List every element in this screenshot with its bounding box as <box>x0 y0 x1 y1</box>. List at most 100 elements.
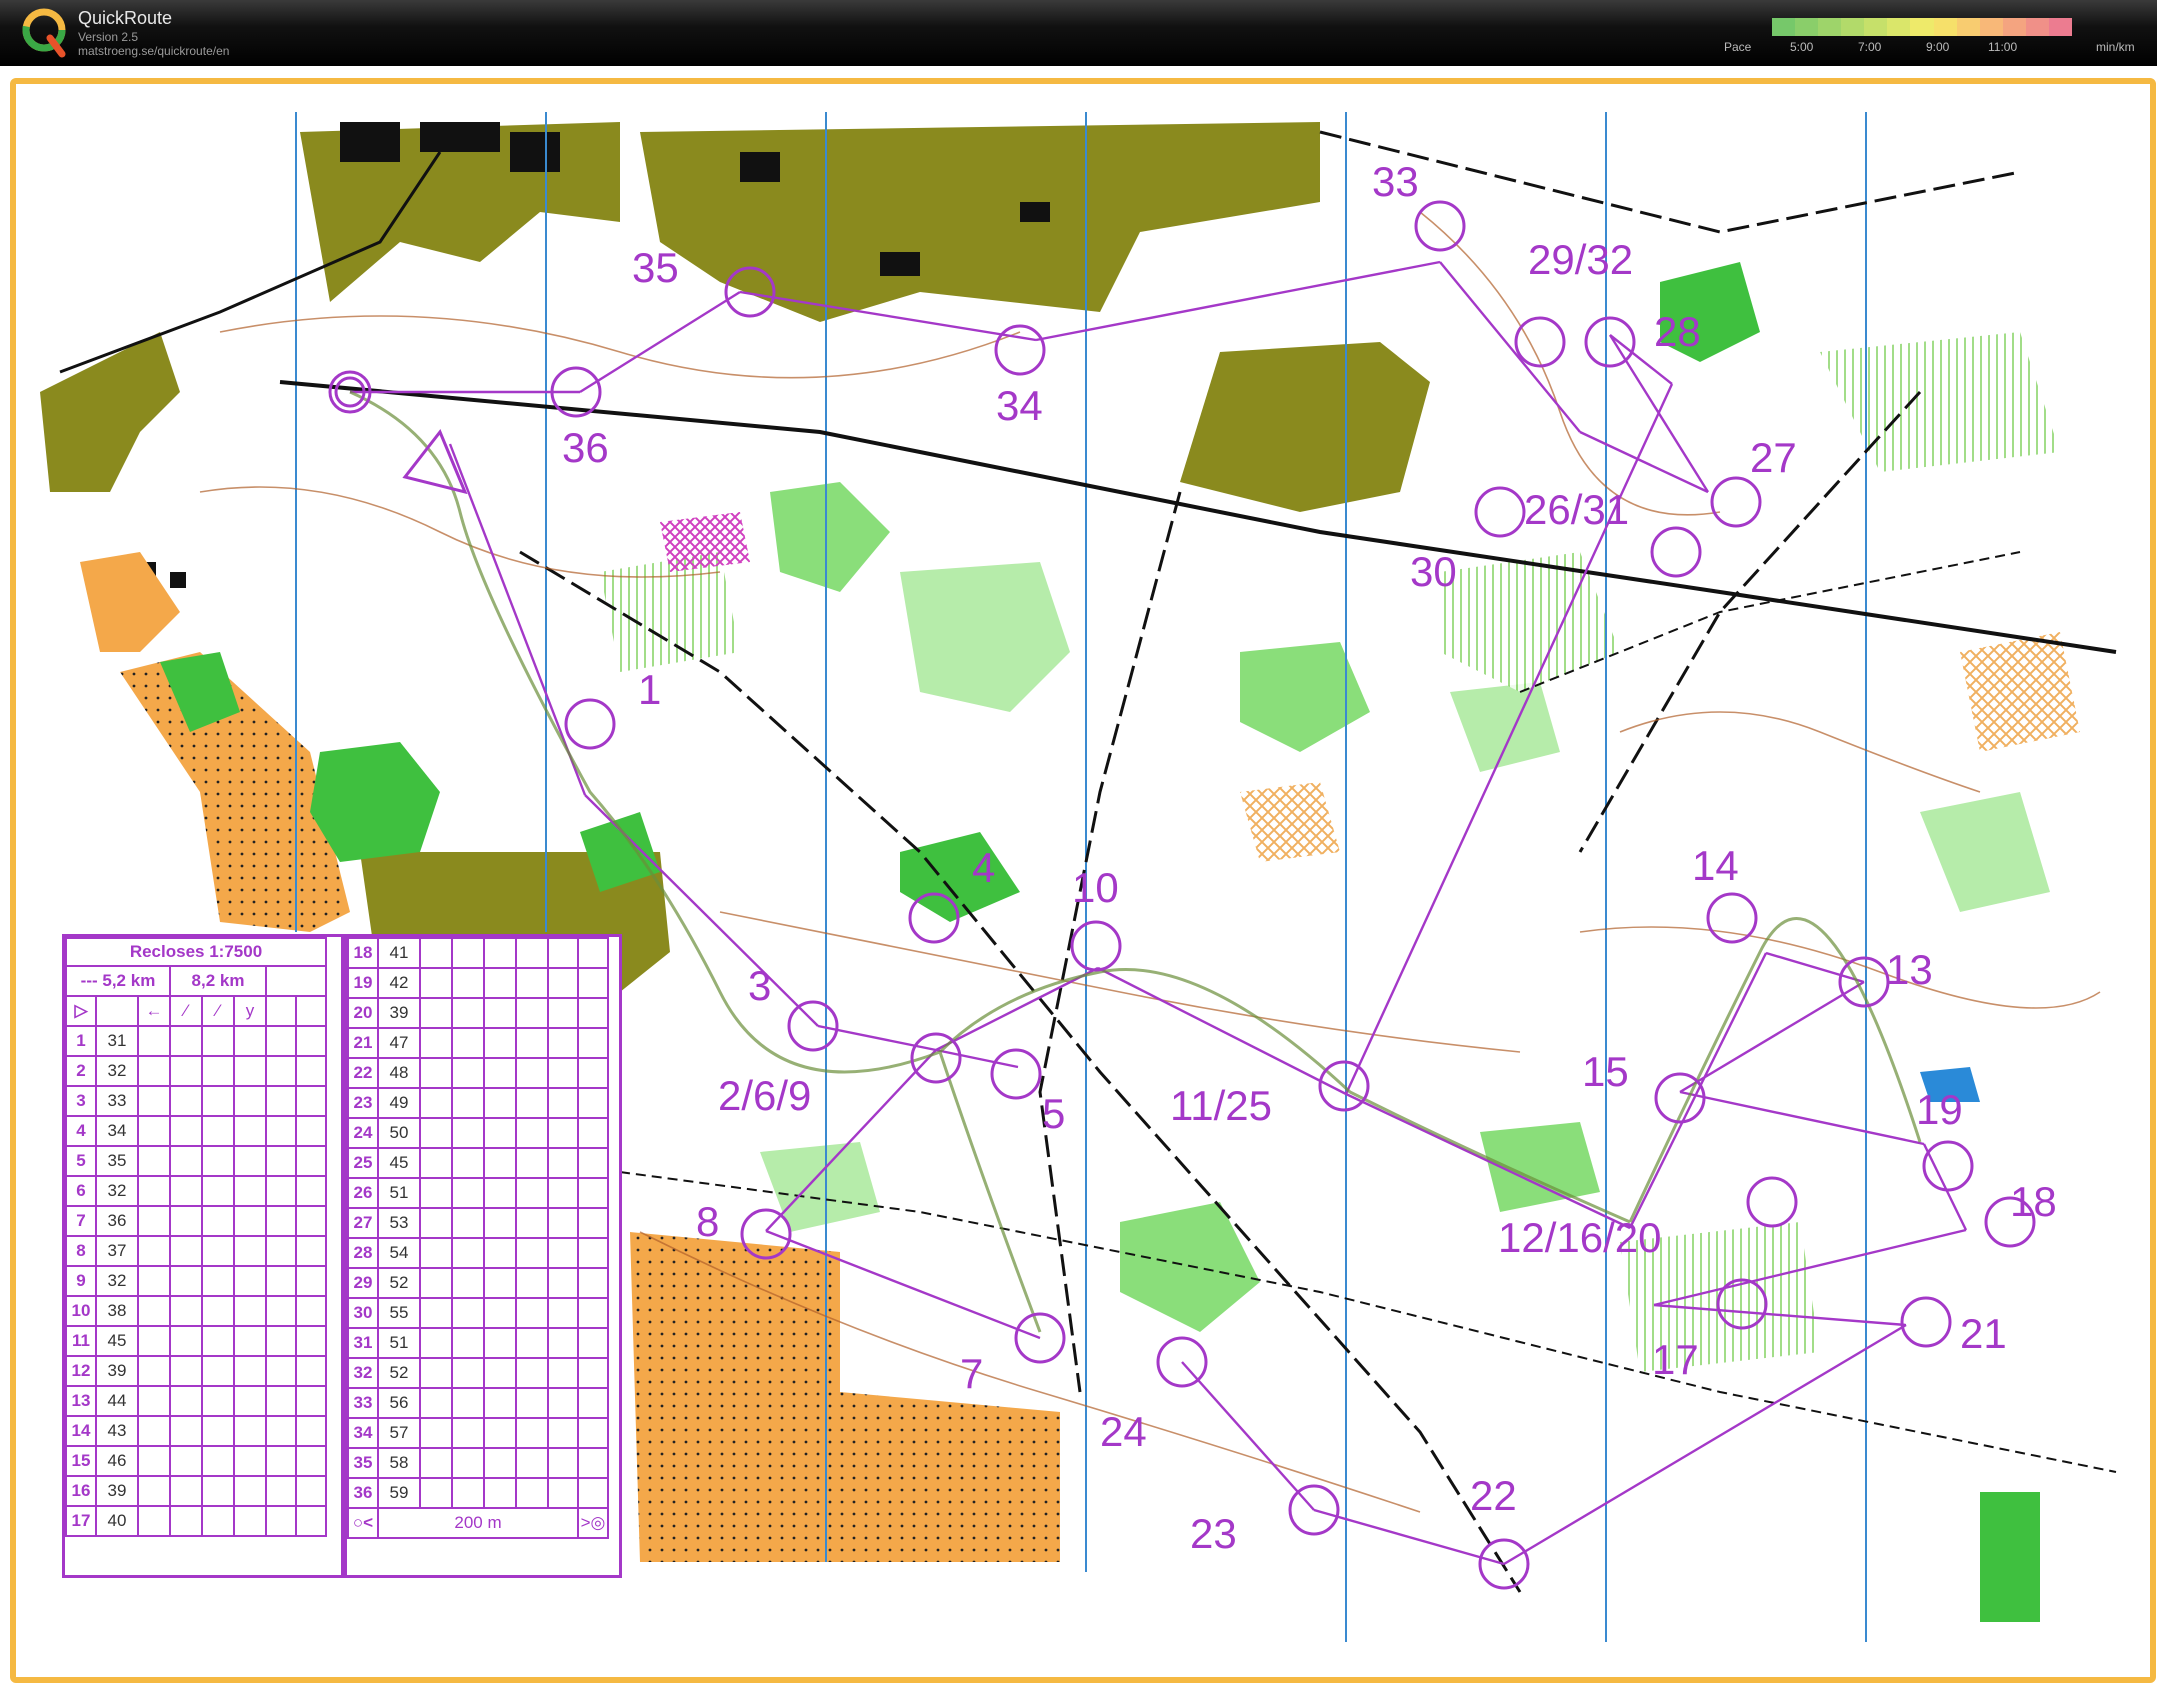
control-number: 34 <box>347 1417 379 1449</box>
description-row: 18 41 <box>347 937 609 969</box>
description-cell <box>233 1325 267 1357</box>
app-title: QuickRoute <box>78 8 173 28</box>
description-cell <box>265 1415 297 1447</box>
description-cell <box>233 1025 267 1057</box>
description-cell <box>137 1055 171 1087</box>
control-code: 32 <box>95 1265 139 1297</box>
description-cell <box>577 1447 609 1479</box>
pace-tick: 9:00 <box>1926 40 1950 54</box>
description-cell <box>201 1235 235 1267</box>
control-code: 40 <box>95 1505 139 1537</box>
description-cell <box>295 1085 327 1117</box>
description-cell <box>483 1177 517 1209</box>
control-label: 18 <box>2010 1178 2057 1225</box>
description-cell <box>233 1265 267 1297</box>
description-cell <box>169 1235 203 1267</box>
control-label: 22 <box>1470 1472 1517 1519</box>
description-cell <box>483 1087 517 1119</box>
app-url[interactable]: matstroeng.se/quickroute/en <box>78 44 229 58</box>
description-row: 6 32 <box>65 1175 327 1207</box>
description-cell <box>547 1447 579 1479</box>
description-cell <box>483 1267 517 1299</box>
control-number: 8 <box>65 1235 97 1267</box>
description-cell <box>201 1385 235 1417</box>
control-label: 10 <box>1072 864 1119 911</box>
description-row: 4 34 <box>65 1115 327 1147</box>
control-number: 35 <box>347 1447 379 1479</box>
control-code: 41 <box>377 937 421 969</box>
control-label: 8 <box>696 1198 719 1245</box>
control-label: 17 <box>1652 1336 1699 1383</box>
description-cell <box>577 1087 609 1119</box>
description-cell <box>265 1445 297 1477</box>
description-row: 29 52 <box>347 1267 609 1299</box>
description-cell <box>265 1085 297 1117</box>
description-cell <box>265 1325 297 1357</box>
description-cell <box>169 1505 203 1537</box>
control-number: 9 <box>65 1265 97 1297</box>
control-label: 12/16/20 <box>1498 1214 1662 1261</box>
description-cell <box>295 1475 327 1507</box>
description-cell <box>547 1477 579 1509</box>
control-label: 7 <box>960 1350 983 1397</box>
control-code: 45 <box>377 1147 421 1179</box>
control-code: 52 <box>377 1267 421 1299</box>
description-cell <box>265 1235 297 1267</box>
description-cell <box>577 1327 609 1359</box>
control-label: 36 <box>562 424 609 471</box>
description-cell <box>169 1445 203 1477</box>
description-cell <box>483 1357 517 1389</box>
description-cell <box>233 1475 267 1507</box>
control-number: 25 <box>347 1147 379 1179</box>
control-code: 52 <box>377 1357 421 1389</box>
hatched-area <box>1960 632 2080 752</box>
control-code: 58 <box>377 1447 421 1479</box>
description-row: 26 51 <box>347 1177 609 1209</box>
description-cell <box>295 1205 327 1237</box>
control-description-sheet-right: 18 41 19 42 20 39 21 47 22 48 23 49 24 50 25 45 26 51 27 53… <box>344 934 622 1578</box>
control-label: 34 <box>996 382 1043 429</box>
control-code: 48 <box>377 1057 421 1089</box>
app-version: Version 2.5 <box>78 30 139 44</box>
control-code: 56 <box>377 1387 421 1419</box>
description-cell <box>515 1447 549 1479</box>
control-label: 1 <box>638 666 661 713</box>
description-cell <box>515 1297 549 1329</box>
description-row: 19 42 <box>347 967 609 999</box>
description-cell <box>483 1447 517 1479</box>
description-cell <box>295 1385 327 1417</box>
description-cell <box>265 1385 297 1417</box>
control-code: 39 <box>95 1475 139 1507</box>
description-row: 30 55 <box>347 1297 609 1329</box>
description-cell <box>483 937 517 969</box>
control-number: 17 <box>65 1505 97 1537</box>
control-number: 3 <box>65 1085 97 1117</box>
control-number: 7 <box>65 1205 97 1237</box>
description-row: 13 44 <box>65 1385 327 1417</box>
description-cell <box>451 1027 485 1059</box>
description-cell <box>419 1417 453 1449</box>
description-cell <box>451 1447 485 1479</box>
description-cell <box>547 1027 579 1059</box>
control-label: 23 <box>1190 1510 1237 1557</box>
description-cell <box>419 1057 453 1089</box>
description-cell <box>515 1087 549 1119</box>
description-cell <box>483 1237 517 1269</box>
description-cell <box>295 1415 327 1447</box>
control-number: 10 <box>65 1295 97 1327</box>
control-code: 34 <box>95 1115 139 1147</box>
description-cell <box>577 1297 609 1329</box>
description-cell <box>295 1235 327 1267</box>
control-code: 50 <box>377 1117 421 1149</box>
description-cell <box>295 1145 327 1177</box>
description-cell <box>137 1385 171 1417</box>
description-cell <box>137 1115 171 1147</box>
description-row: 27 53 <box>347 1207 609 1239</box>
description-cell <box>547 1357 579 1389</box>
description-cell <box>451 1357 485 1389</box>
description-cell <box>201 1265 235 1297</box>
description-cell <box>419 1207 453 1239</box>
control-number: 11 <box>65 1325 97 1357</box>
description-cell <box>451 1117 485 1149</box>
description-cell <box>265 1055 297 1087</box>
